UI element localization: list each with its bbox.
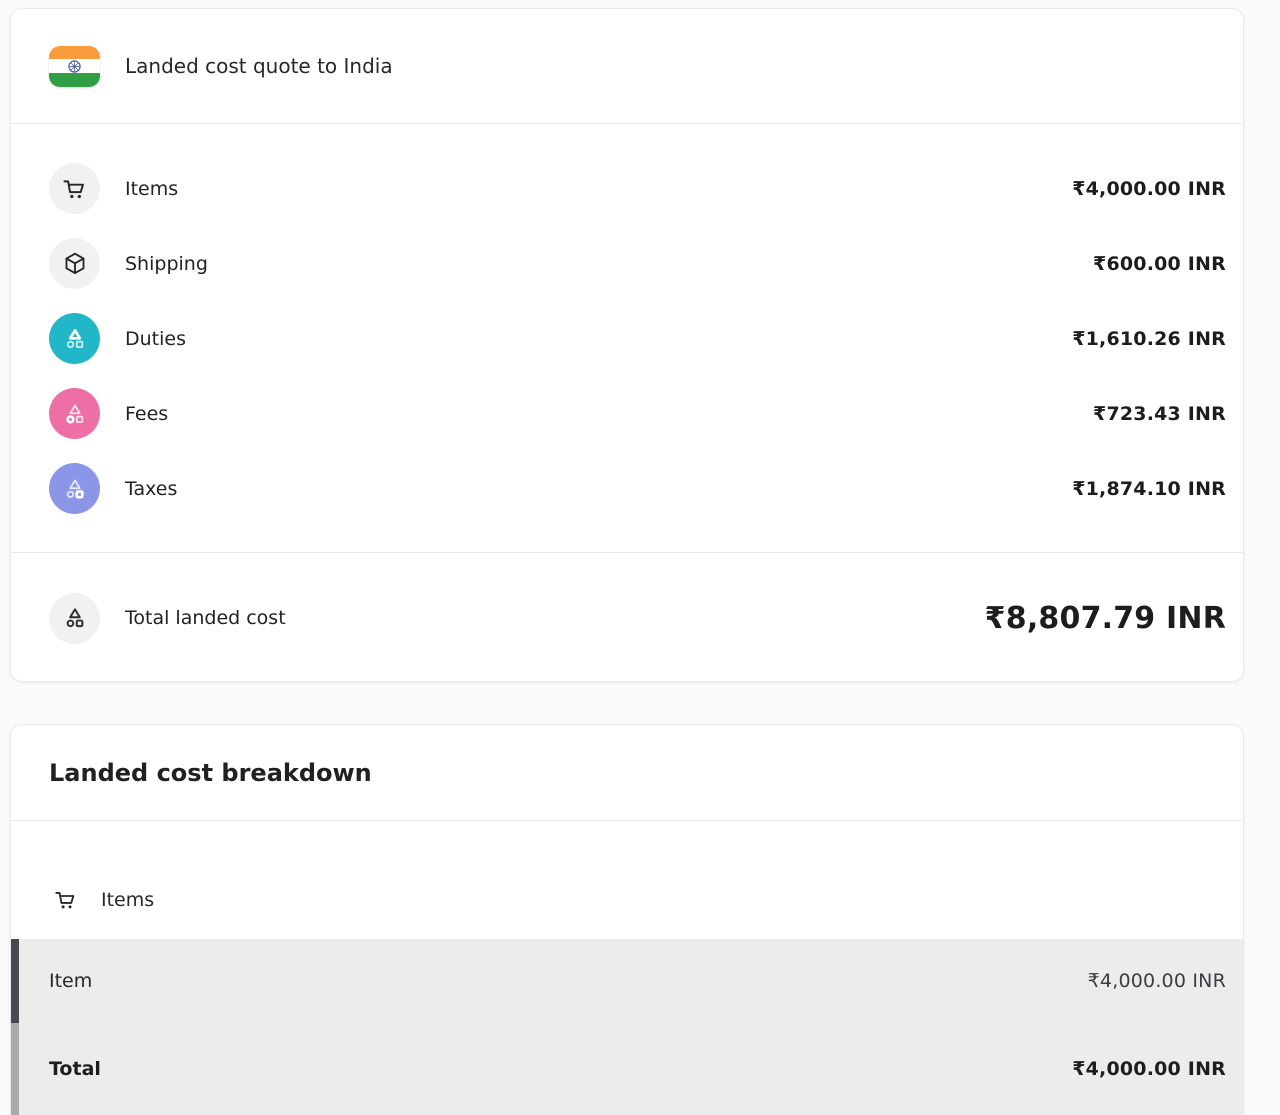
table-row-amount: ₹4,000.00 INR — [1072, 1058, 1226, 1080]
shapes-icon — [49, 593, 100, 644]
landed-cost-breakdown-card: Landed cost breakdown Items Item ₹4,000.… — [10, 724, 1244, 1114]
quote-row-label: Shipping — [125, 253, 208, 275]
breakdown-items-section-header: Items — [11, 821, 1243, 939]
table-row-label: Item — [49, 970, 92, 992]
total-landed-cost-row: Total landed cost ₹8,807.79 INR — [11, 553, 1243, 683]
quote-row-shipping: Shipping ₹600.00 INR — [11, 226, 1243, 301]
table-row-item: Item ₹4,000.00 INR — [11, 939, 1243, 1023]
scrollbar-track[interactable] — [11, 1023, 19, 1115]
quote-row-amount: ₹4,000.00 INR — [1072, 178, 1226, 200]
quote-row-amount: ₹723.43 INR — [1093, 403, 1226, 425]
breakdown-section-label: Items — [101, 889, 154, 911]
ashoka-chakra-icon — [67, 59, 82, 74]
quote-row-label: Duties — [125, 328, 186, 350]
quote-row-label: Fees — [125, 403, 168, 425]
landed-cost-quote-card: Landed cost quote to India Items ₹4,000.… — [10, 8, 1244, 682]
breakdown-table: Item ₹4,000.00 INR Total ₹4,000.00 INR — [11, 939, 1243, 1115]
table-row-total: Total ₹4,000.00 INR — [11, 1023, 1243, 1115]
package-icon — [49, 238, 100, 289]
breakdown-card-title: Landed cost breakdown — [49, 759, 372, 787]
quote-row-taxes: Taxes ₹1,874.10 INR — [11, 451, 1243, 526]
shapes-triangle-icon — [49, 313, 100, 364]
quote-row-amount: ₹600.00 INR — [1093, 253, 1226, 275]
table-scrollbar[interactable] — [11, 939, 19, 1115]
quote-row-fees: Fees ₹723.43 INR — [11, 376, 1243, 451]
quote-rows: Items ₹4,000.00 INR Shipping ₹600.00 INR — [11, 124, 1243, 553]
table-row-label: Total — [49, 1058, 101, 1080]
cart-icon — [49, 163, 100, 214]
scrollbar-thumb[interactable] — [11, 939, 19, 1023]
quote-card-header: Landed cost quote to India — [11, 9, 1243, 124]
quote-row-amount: ₹1,610.26 INR — [1072, 328, 1226, 350]
quote-row-label: Items — [125, 178, 178, 200]
breakdown-card-header: Landed cost breakdown — [11, 725, 1243, 821]
quote-row-duties: Duties ₹1,610.26 INR — [11, 301, 1243, 376]
quote-row-amount: ₹1,874.10 INR — [1072, 478, 1226, 500]
quote-card-title: Landed cost quote to India — [125, 54, 393, 78]
cart-icon — [53, 887, 79, 913]
shapes-square-icon — [49, 463, 100, 514]
quote-row-label: Taxes — [125, 478, 177, 500]
india-flag-icon — [49, 46, 100, 87]
quote-row-items: Items ₹4,000.00 INR — [11, 151, 1243, 226]
table-row-amount: ₹4,000.00 INR — [1088, 970, 1226, 992]
shapes-circle-icon — [49, 388, 100, 439]
total-landed-cost-label: Total landed cost — [125, 607, 286, 629]
total-landed-cost-amount: ₹8,807.79 INR — [985, 601, 1226, 636]
